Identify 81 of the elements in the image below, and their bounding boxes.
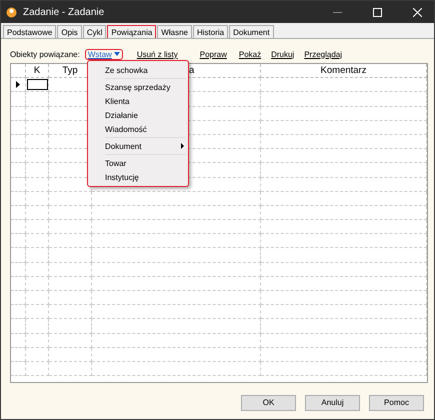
row-indicator-cell[interactable] — [11, 192, 26, 206]
submenu-arrow-icon — [181, 143, 184, 149]
tab[interactable]: Powiązania — [107, 25, 156, 38]
table-cell — [26, 362, 49, 376]
maximize-icon[interactable] — [372, 8, 382, 16]
table-cell — [49, 319, 92, 334]
toolbar-link[interactable]: Usuń z listy — [136, 50, 178, 58]
table-cell — [26, 178, 49, 192]
table-cell — [49, 248, 92, 263]
table-cell — [26, 291, 49, 306]
menu-item[interactable]: Towar — [88, 156, 188, 170]
dialog-button[interactable]: Pomoc — [369, 394, 424, 410]
table-cell — [49, 220, 92, 234]
table-cell — [26, 192, 49, 206]
table-cell — [26, 248, 49, 263]
table-cell — [49, 348, 92, 362]
row-indicator-cell[interactable] — [11, 248, 26, 263]
row-indicator-cell[interactable] — [11, 291, 26, 306]
table-cell — [49, 291, 92, 306]
row-indicator-cell[interactable] — [11, 206, 26, 220]
toolbar-link[interactable]: Przeglądaj — [304, 50, 342, 58]
row-indicator-cell[interactable] — [11, 120, 26, 135]
menu-item[interactable]: Dokument — [88, 139, 188, 153]
row-indicator-cell[interactable] — [11, 305, 26, 320]
toolbar-link[interactable]: Drukuj — [271, 50, 294, 58]
table-cell — [26, 305, 49, 320]
table-cell — [26, 106, 49, 121]
tab[interactable]: Opis — [57, 25, 82, 38]
window-title: Zadanie - Zadanie — [23, 6, 106, 18]
table-cell — [26, 220, 49, 234]
row-indicator-cell[interactable] — [11, 319, 26, 334]
tab[interactable]: Własne — [157, 25, 192, 38]
column-header[interactable]: Komentarz — [261, 64, 427, 78]
row-indicator-cell[interactable] — [11, 234, 26, 248]
table-cell — [49, 206, 92, 220]
row-indicator-cell[interactable] — [11, 106, 26, 121]
row-indicator-cell[interactable] — [11, 262, 26, 277]
table-cell — [26, 206, 49, 220]
tab[interactable]: Historia — [192, 25, 228, 38]
close-icon[interactable] — [412, 8, 422, 16]
toolbar-link[interactable]: Popraw — [200, 50, 227, 58]
table-cell — [49, 192, 92, 206]
app-icon — [6, 6, 17, 18]
tab[interactable]: Podstawowe — [3, 25, 56, 38]
table-cell — [26, 334, 49, 348]
tab[interactable]: Cykl — [82, 25, 106, 38]
toolbar-link[interactable]: Pokaż — [238, 50, 262, 58]
row-indicator-cell[interactable] — [11, 163, 26, 178]
table-cell — [49, 305, 92, 320]
dialog-button[interactable]: OK — [241, 394, 296, 410]
table-cell — [26, 319, 49, 334]
dialog-button[interactable]: Anuluj — [305, 394, 360, 410]
table-cell — [26, 234, 49, 248]
table-cell — [26, 262, 49, 277]
table-cell — [26, 348, 49, 362]
related-objects-label: Obiekty powiązane: — [10, 50, 80, 58]
row-indicator-cell[interactable] — [11, 178, 26, 192]
row-indicator-cell[interactable] — [11, 334, 26, 348]
table-cell — [49, 262, 92, 277]
menu-item[interactable]: Instytucję — [88, 170, 188, 184]
row-indicator-cell[interactable] — [11, 149, 26, 164]
row-indicator-cell[interactable] — [11, 220, 26, 234]
row-indicator-cell[interactable] — [11, 134, 26, 150]
caret-icon — [114, 52, 120, 56]
table-cell — [49, 334, 92, 348]
current-row-icon — [16, 81, 20, 88]
column-header[interactable]: K — [26, 64, 49, 78]
row-indicator-cell[interactable] — [11, 362, 26, 376]
row-indicator-cell[interactable] — [11, 78, 26, 92]
menu-item[interactable]: Szansę sprzedaży — [88, 80, 188, 94]
row-indicator-cell[interactable] — [11, 348, 26, 362]
tab[interactable]: Dokument — [229, 25, 274, 38]
row-indicator-cell[interactable] — [11, 92, 26, 107]
menu-item[interactable]: Wiadomość — [88, 122, 188, 136]
row-indicator-cell[interactable] — [11, 276, 26, 291]
menu-item[interactable]: Działanie — [88, 108, 188, 122]
table-cell — [49, 234, 92, 248]
table-cell — [49, 362, 92, 376]
menu-item[interactable]: Klienta — [88, 94, 188, 108]
table-cell — [49, 276, 92, 291]
table-cell — [26, 276, 49, 291]
